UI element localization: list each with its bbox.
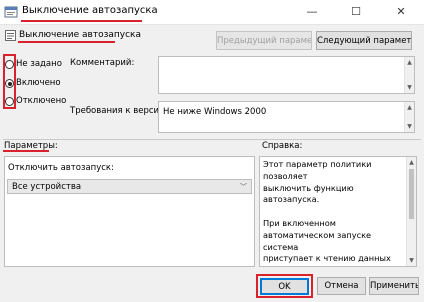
params-panel: Отключить автозапуск: Все устройства ﹀ xyxy=(4,156,255,267)
radio-enabled-label[interactable]: Включено xyxy=(16,78,61,88)
radio-not-configured[interactable] xyxy=(5,60,14,69)
scroll-thumb[interactable] xyxy=(409,169,414,219)
divider xyxy=(3,139,421,140)
help-scrollbar[interactable]: ▲ ▼ xyxy=(406,157,416,266)
scroll-up-icon[interactable]: ▲ xyxy=(405,104,414,111)
setting-name: Выключение автозапуска xyxy=(19,30,142,40)
radio-not-configured-label[interactable]: Не задано xyxy=(16,59,62,69)
radio-disabled[interactable] xyxy=(5,97,14,106)
policy-settings-icon xyxy=(4,5,18,19)
ok-button[interactable]: OK xyxy=(260,278,309,295)
requirements-scrollbar[interactable]: ▲ ▼ xyxy=(404,102,414,132)
help-heading: Справка: xyxy=(262,141,303,151)
requirements-value: Не ниже Windows 2000 xyxy=(163,107,267,117)
scroll-up-icon[interactable]: ▲ xyxy=(405,59,414,66)
radio-disabled-label[interactable]: Отключено xyxy=(16,96,66,106)
window-title: Выключение автозапуска xyxy=(22,5,158,16)
setting-icon xyxy=(5,30,16,41)
autorun-dropdown-value: Все устройства xyxy=(12,182,82,192)
requirements-label: Требования к версии: xyxy=(70,106,168,116)
scroll-down-icon[interactable]: ▼ xyxy=(405,123,414,130)
chevron-down-icon: ﹀ xyxy=(240,183,247,191)
autorun-field-label: Отключить автозапуск: xyxy=(8,163,114,173)
previous-setting-button[interactable]: Предыдущий параметр xyxy=(216,31,312,50)
autorun-dropdown[interactable]: Все устройства ﹀ xyxy=(7,179,252,194)
maximize-button[interactable]: ☐ xyxy=(334,0,378,25)
close-button[interactable]: ✕ xyxy=(379,0,423,25)
comment-field[interactable]: ▲ ▼ xyxy=(158,56,415,94)
requirements-field: Не ниже Windows 2000 ▲ ▼ xyxy=(158,101,415,133)
scroll-up-icon[interactable]: ▲ xyxy=(407,159,416,166)
comment-label: Комментарий: xyxy=(70,58,135,68)
setting-name-underline xyxy=(18,41,115,43)
scroll-down-icon[interactable]: ▼ xyxy=(405,84,414,91)
help-panel: Этот параметр политики позволяет выключи… xyxy=(259,156,417,267)
scroll-down-icon[interactable]: ▼ xyxy=(407,257,416,264)
radio-enabled[interactable] xyxy=(5,79,14,88)
help-text: Этот параметр политики позволяет выключи… xyxy=(263,159,391,264)
next-setting-button[interactable]: Следующий параметр xyxy=(316,31,412,50)
minimize-button[interactable]: — xyxy=(290,0,334,25)
title-underline xyxy=(21,20,142,22)
apply-button[interactable]: Применить xyxy=(369,277,419,295)
params-underline xyxy=(3,150,49,152)
comment-scrollbar[interactable]: ▲ ▼ xyxy=(404,57,414,93)
cancel-button[interactable]: Отмена xyxy=(317,277,366,295)
